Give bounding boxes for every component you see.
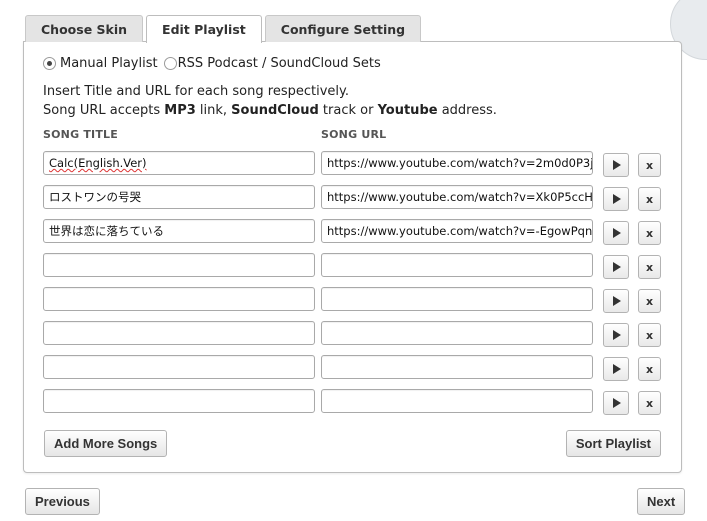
- remove-song-button[interactable]: x: [638, 255, 661, 279]
- song-url-input[interactable]: [321, 321, 593, 345]
- song-row: x: [43, 355, 683, 381]
- tab-edit-playlist[interactable]: Edit Playlist: [146, 15, 262, 43]
- instructions-line-1: Insert Title and URL for each song respe…: [43, 84, 349, 99]
- song-title-input[interactable]: [43, 389, 315, 413]
- remove-song-button[interactable]: x: [638, 187, 661, 211]
- song-title-input[interactable]: [43, 287, 315, 311]
- instructions-line-2: Song URL accepts MP3 link, SoundCloud tr…: [43, 103, 497, 118]
- song-url-input[interactable]: [321, 287, 593, 311]
- song-title-input[interactable]: ロストワンの号哭: [43, 185, 315, 209]
- remove-song-button[interactable]: x: [638, 221, 661, 245]
- song-title-column-header: SONG TITLE: [43, 128, 118, 141]
- play-icon: [613, 262, 621, 272]
- remove-song-button[interactable]: x: [638, 391, 661, 415]
- add-more-songs-button[interactable]: Add More Songs: [44, 430, 168, 457]
- song-url-input[interactable]: https://www.youtube.com/watch?v=2m0d0P3j…: [321, 151, 593, 175]
- play-icon: [613, 398, 621, 408]
- play-icon: [613, 194, 621, 204]
- song-url-input[interactable]: [321, 253, 593, 277]
- play-icon: [613, 228, 621, 238]
- song-row: x: [43, 253, 683, 279]
- song-row: x: [43, 389, 683, 415]
- song-title-input[interactable]: [43, 355, 315, 379]
- remove-song-button[interactable]: x: [638, 153, 661, 177]
- tab-bar: Choose Skin Edit Playlist Configure Sett…: [25, 15, 422, 43]
- remove-song-button[interactable]: x: [638, 289, 661, 313]
- play-icon: [613, 296, 621, 306]
- song-url-input[interactable]: https://www.youtube.com/watch?v=Xk0P5ccH…: [321, 185, 593, 209]
- remove-song-button[interactable]: x: [638, 357, 661, 381]
- previous-button[interactable]: Previous: [25, 488, 100, 515]
- instructions: Insert Title and URL for each song respe…: [43, 82, 497, 120]
- song-title-input[interactable]: Calc(English.Ver): [43, 151, 315, 175]
- play-button[interactable]: [603, 221, 629, 245]
- sort-playlist-button[interactable]: Sort Playlist: [565, 430, 661, 457]
- rss-podcast-label[interactable]: RSS Podcast / SoundCloud Sets: [178, 56, 381, 71]
- song-row: x: [43, 287, 683, 313]
- play-icon: [613, 364, 621, 374]
- song-row: x: [43, 321, 683, 347]
- song-title-input[interactable]: [43, 321, 315, 345]
- song-row: Calc(English.Ver) https://www.youtube.co…: [43, 151, 683, 177]
- next-button[interactable]: Next: [637, 488, 686, 515]
- playlist-mode-selector: Manual Playlist RSS Podcast / SoundCloud…: [43, 56, 381, 71]
- song-url-input[interactable]: https://www.youtube.com/watch?v=-EgowPqn…: [321, 219, 593, 243]
- play-button[interactable]: [603, 255, 629, 279]
- song-url-input[interactable]: [321, 355, 593, 379]
- tab-configure-setting[interactable]: Configure Setting: [264, 15, 422, 42]
- song-row: 世界は恋に落ちている https://www.youtube.com/watch…: [43, 219, 683, 245]
- manual-playlist-label[interactable]: Manual Playlist: [60, 56, 158, 71]
- manual-playlist-radio[interactable]: [43, 57, 56, 70]
- song-url-input[interactable]: [321, 389, 593, 413]
- play-button[interactable]: [603, 391, 629, 415]
- song-title-input[interactable]: [43, 253, 315, 277]
- tab-choose-skin[interactable]: Choose Skin: [25, 15, 144, 42]
- rss-podcast-radio[interactable]: [163, 57, 177, 70]
- play-button[interactable]: [603, 357, 629, 381]
- play-button[interactable]: [603, 187, 629, 211]
- song-url-column-header: SONG URL: [321, 128, 387, 141]
- play-button[interactable]: [603, 323, 629, 347]
- play-icon: [613, 160, 621, 170]
- song-row: ロストワンの号哭 https://www.youtube.com/watch?v…: [43, 185, 683, 211]
- play-button[interactable]: [603, 289, 629, 313]
- edit-playlist-panel: Manual Playlist RSS Podcast / SoundCloud…: [23, 41, 682, 473]
- remove-song-button[interactable]: x: [638, 323, 661, 347]
- play-icon: [613, 330, 621, 340]
- song-title-input[interactable]: 世界は恋に落ちている: [43, 219, 315, 243]
- play-button[interactable]: [603, 153, 629, 177]
